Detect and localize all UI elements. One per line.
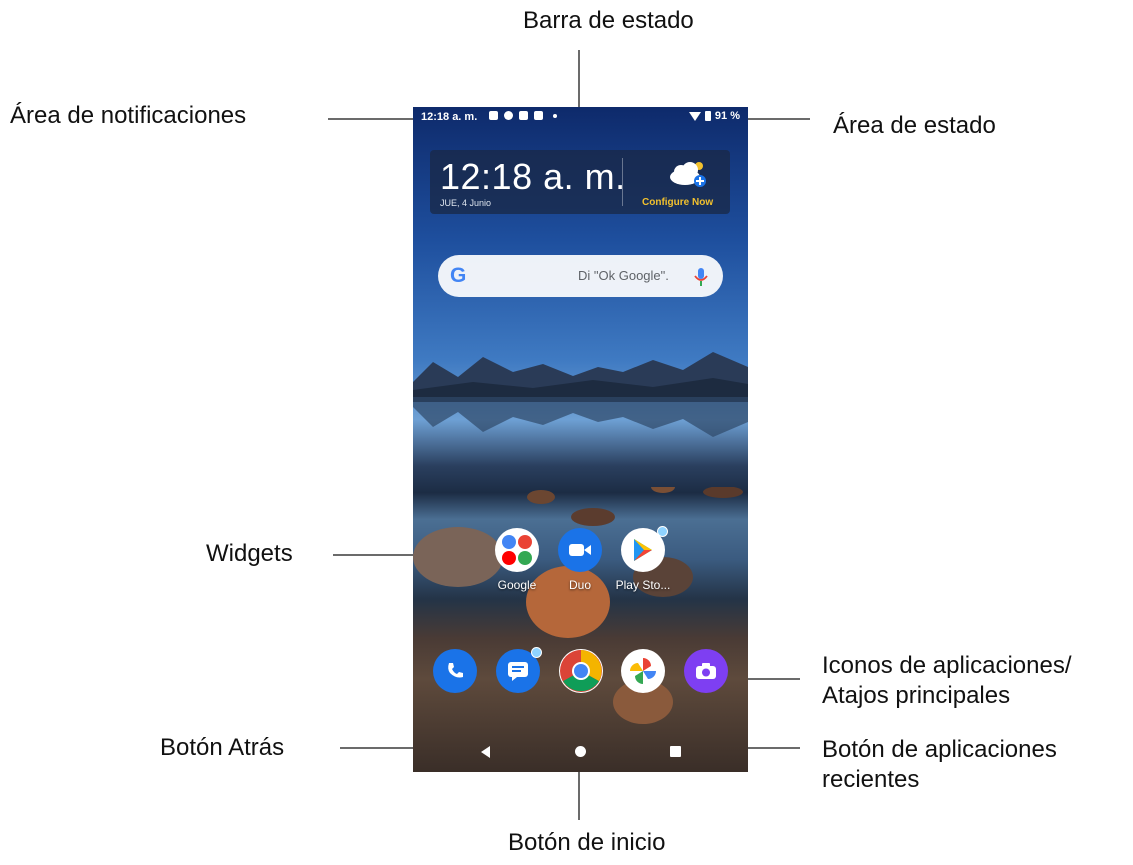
widget-divider bbox=[622, 158, 623, 206]
app-label-google: Google bbox=[497, 578, 537, 592]
configure-now-link[interactable]: Configure Now bbox=[642, 197, 713, 208]
sd-card-icon bbox=[534, 111, 543, 120]
news-icon bbox=[519, 111, 528, 120]
back-button[interactable] bbox=[481, 746, 490, 758]
wifi-icon bbox=[688, 111, 701, 121]
search-placeholder: Di "Ok Google". bbox=[578, 268, 669, 283]
play-triangle-icon bbox=[634, 539, 652, 561]
chrome-logo-icon bbox=[560, 650, 602, 692]
callout-widgets: Widgets bbox=[206, 540, 293, 567]
callout-back-button: Botón Atrás bbox=[160, 734, 285, 761]
home-button[interactable] bbox=[575, 746, 586, 757]
navigation-bar bbox=[413, 732, 748, 772]
video-camera-icon bbox=[569, 544, 591, 556]
battery-icon bbox=[704, 111, 711, 121]
photos-icon[interactable] bbox=[621, 649, 665, 693]
recent-apps-button[interactable] bbox=[670, 746, 681, 757]
google-search-bar[interactable]: G Di "Ok Google". bbox=[438, 255, 723, 297]
callout-home-button: Botón de inicio bbox=[508, 829, 666, 856]
callout-notifications-area: Área de notificaciones bbox=[10, 102, 247, 129]
callout-app-icons-line1: Iconos de aplicaciones/ bbox=[822, 652, 1072, 679]
more-dot-icon bbox=[553, 113, 557, 118]
battery-level: 91 % bbox=[714, 110, 740, 122]
app-label-duo: Duo bbox=[568, 578, 591, 592]
duo-icon[interactable] bbox=[558, 528, 602, 572]
app-label-play-store: Play Sto... bbox=[615, 578, 671, 592]
google-logo-icon: G bbox=[450, 264, 467, 287]
callout-recent-apps: Botón de aplicaciones recientes bbox=[822, 735, 1057, 795]
status-icons: 91 % bbox=[688, 110, 740, 122]
status-time: 12:18 a. m. bbox=[421, 111, 478, 123]
lake-reflection-image bbox=[413, 397, 748, 437]
microphone-icon[interactable] bbox=[691, 266, 711, 288]
clock-widget[interactable]: 12:18 a. m. JUE, 4 Junio Configure Now bbox=[430, 150, 730, 214]
phone-icon[interactable] bbox=[433, 649, 477, 693]
callout-recent-apps-line2: recientes bbox=[822, 766, 920, 793]
notification-badge bbox=[657, 526, 668, 537]
weather-cloud-icon[interactable] bbox=[667, 160, 707, 188]
chrome-icon[interactable] bbox=[559, 649, 603, 693]
clock-time: 12:18 a. m. bbox=[440, 156, 626, 197]
callout-app-icons: Iconos de aplicaciones/ Atajos principal… bbox=[822, 651, 1072, 711]
callout-app-icons-line2: Atajos principales bbox=[822, 682, 1011, 709]
phone-handset-icon bbox=[448, 663, 463, 678]
callout-status-area: Área de estado bbox=[833, 112, 996, 139]
image-icon bbox=[489, 111, 498, 120]
callout-status-bar: Barra de estado bbox=[523, 7, 694, 34]
google-folder-icon[interactable] bbox=[495, 528, 539, 572]
gear-icon bbox=[504, 111, 513, 120]
camera-icon[interactable] bbox=[684, 649, 728, 693]
status-bar: 12:18 a. m. 91 % bbox=[413, 107, 748, 129]
phone-screen: 12:18 a. m. 91 % 12:18 a. m. JUE, 4 Juni… bbox=[413, 107, 748, 772]
camera-body-icon bbox=[696, 663, 716, 679]
notification-badge bbox=[531, 647, 542, 658]
notification-icons bbox=[489, 111, 557, 120]
callout-recent-apps-line1: Botón de aplicaciones bbox=[822, 736, 1057, 763]
pinwheel-icon bbox=[630, 658, 656, 684]
google-folder-grid-icon bbox=[502, 535, 532, 565]
chat-bubble-icon bbox=[508, 662, 528, 681]
clock-date: JUE, 4 Junio bbox=[440, 198, 492, 208]
mountains-image bbox=[413, 352, 748, 402]
